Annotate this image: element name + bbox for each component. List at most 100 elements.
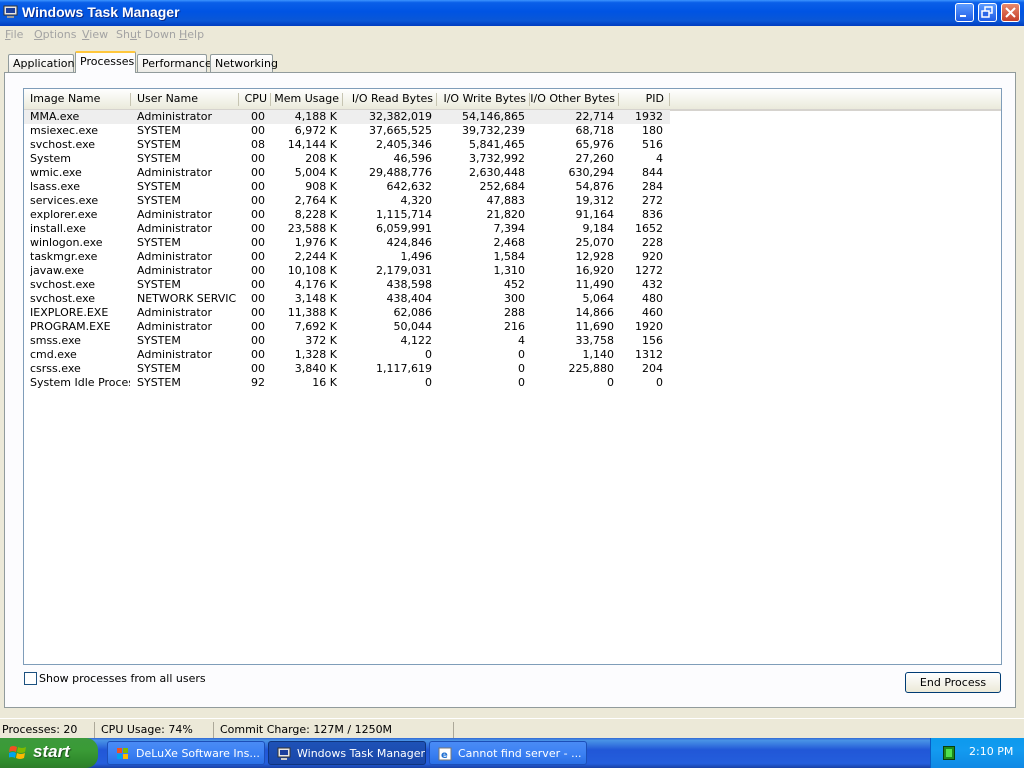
mem-usage-cell: 372 K (305, 334, 337, 347)
io-read-cell: 2,405,346 (376, 138, 432, 151)
io-write-cell: 3,732,992 (469, 152, 525, 165)
menu-file[interactable]: File (5, 28, 23, 41)
image-name-cell: wmic.exe (30, 166, 82, 179)
taskbar-button-task-manager[interactable]: Windows Task Manager (268, 741, 426, 765)
tab-networking[interactable]: Networking (210, 54, 278, 72)
io-other-cell: 5,064 (582, 292, 615, 305)
io-read-cell: 642,632 (386, 180, 433, 193)
table-row[interactable]: MMA.exe Administrator 00 4,188 K 32,382,019 5… (24, 110, 670, 124)
show-all-users-label[interactable]: Show processes from all users (39, 672, 206, 685)
user-name-cell: SYSTEM (137, 362, 181, 375)
image-name-cell: cmd.exe (30, 348, 77, 361)
image-name-cell: smss.exe (30, 334, 81, 347)
io-write-cell: 5,841,465 (469, 138, 525, 151)
table-row[interactable]: IEXPLORE.EXE Administrator 00 11,388 K 62,08… (24, 306, 670, 320)
table-row[interactable]: svchost.exe SYSTEM 00 4,176 K 438,598 452 11,4… (24, 278, 670, 292)
image-name-cell: msiexec.exe (30, 124, 99, 137)
table-row[interactable]: csrss.exe SYSTEM 00 3,840 K 1,117,619 0 225,88… (24, 362, 670, 376)
column-label: I/O Write Bytes (443, 92, 526, 105)
table-row[interactable]: explorer.exe Administrator 00 8,228 K 1,115,… (24, 208, 670, 222)
table-row[interactable]: cmd.exe Administrator 00 1,328 K 0 0 1,140 1312 (24, 348, 670, 362)
column-label: I/O Other Bytes (530, 92, 615, 105)
menu-view[interactable]: View (82, 28, 108, 41)
io-write-cell: 39,732,239 (462, 124, 525, 137)
cpu-cell: 00 (251, 362, 265, 375)
column-header-io-read-bytes[interactable]: I/O Read Bytes (343, 89, 437, 111)
user-name-cell: SYSTEM (137, 180, 181, 193)
io-other-cell: 33,758 (575, 334, 615, 347)
mem-usage-cell: 16 K (312, 376, 337, 389)
tab-processes[interactable]: Processes (75, 51, 136, 73)
table-row[interactable]: System Idle Process SYSTEM 92 16 K 0 0 0 0 (24, 376, 670, 390)
table-row[interactable]: System SYSTEM 00 208 K 46,596 3,732,992 27,260… (24, 152, 670, 166)
table-row[interactable]: svchost.exe SYSTEM 08 14,144 K 2,405,346 5,84… (24, 138, 670, 152)
pid-cell: 836 (642, 208, 663, 221)
clock[interactable]: 2:10 PM (969, 745, 1013, 758)
pid-cell: 156 (642, 334, 663, 347)
table-row[interactable]: smss.exe SYSTEM 00 372 K 4,122 4 33,758 156 (24, 334, 670, 348)
pid-cell: 480 (642, 292, 663, 305)
taskbar-button-label: DeLuXe Software Ins... (136, 747, 260, 760)
taskbar-button-ie[interactable]: e Cannot find server - ... (429, 741, 587, 765)
table-row[interactable]: install.exe Administrator 00 23,588 K 6,059,… (24, 222, 670, 236)
mem-usage-cell: 8,228 K (294, 208, 337, 221)
close-button[interactable] (1001, 3, 1020, 22)
status-bar: Processes: 20 CPU Usage: 74% Commit Char… (0, 718, 1024, 739)
minimize-button[interactable] (955, 3, 974, 22)
user-name-cell: SYSTEM (137, 236, 181, 249)
user-name-cell: SYSTEM (137, 152, 181, 165)
user-name-cell: Administrator (137, 208, 212, 221)
end-process-button[interactable]: End Process (905, 672, 1001, 693)
title-bar[interactable]: Windows Task Manager (0, 0, 1024, 26)
cpu-cell: 00 (251, 110, 265, 123)
column-header-image-name[interactable]: Image Name (24, 89, 131, 111)
process-list[interactable]: Image Name User Name CPU Mem Usage I/O R… (23, 88, 1002, 665)
table-row[interactable]: svchost.exe NETWORK SERVICE 00 3,148 K 438,4… (24, 292, 670, 306)
table-row[interactable]: wmic.exe Administrator 00 5,004 K 29,488,776… (24, 166, 670, 180)
column-label: CPU (244, 92, 267, 105)
taskbar-button-label: Windows Task Manager (297, 747, 426, 760)
io-read-cell: 1,496 (400, 250, 433, 263)
column-header-cpu[interactable]: CPU (239, 89, 271, 111)
window-title: Windows Task Manager (22, 4, 180, 20)
image-name-cell: svchost.exe (30, 138, 96, 151)
table-row[interactable]: javaw.exe Administrator 00 10,108 K 2,179,03… (24, 264, 670, 278)
taskbar-button-deluxe[interactable]: DeLuXe Software Ins... (107, 741, 265, 765)
column-header-io-other-bytes[interactable]: I/O Other Bytes (530, 89, 619, 111)
menu-help[interactable]: Help (179, 28, 204, 41)
pid-cell: 180 (642, 124, 663, 137)
tab-performance[interactable]: Performance (137, 54, 212, 72)
pid-cell: 920 (642, 250, 663, 263)
mem-usage-cell: 908 K (305, 180, 337, 193)
column-header-user-name[interactable]: User Name (131, 89, 239, 111)
image-name-cell: install.exe (30, 222, 86, 235)
svg-text:e: e (441, 750, 448, 761)
table-row[interactable]: winlogon.exe SYSTEM 00 1,976 K 424,846 2,468 2… (24, 236, 670, 250)
menu-options[interactable]: Options (34, 28, 76, 41)
table-row[interactable]: msiexec.exe SYSTEM 00 6,972 K 37,665,525 39,7… (24, 124, 670, 138)
tab-applications[interactable]: Applications (8, 54, 80, 72)
table-row[interactable]: lsass.exe SYSTEM 00 908 K 642,632 252,684 54,8… (24, 180, 670, 194)
restore-button[interactable] (978, 3, 997, 22)
network-tray-icon[interactable] (943, 746, 955, 760)
column-label: Mem Usage (274, 92, 339, 105)
table-row[interactable]: taskmgr.exe Administrator 00 2,244 K 1,496 1,… (24, 250, 670, 264)
table-row[interactable]: PROGRAM.EXE Administrator 00 7,692 K 50,044 2… (24, 320, 670, 334)
image-name-cell: csrss.exe (30, 362, 81, 375)
user-name-cell: Administrator (137, 306, 212, 319)
user-name-cell: SYSTEM (137, 138, 181, 151)
start-button[interactable]: start (0, 738, 98, 768)
column-header-io-write-bytes[interactable]: I/O Write Bytes (437, 89, 530, 111)
column-header-mem-usage[interactable]: Mem Usage (271, 89, 343, 111)
status-processes: Processes: 20 (0, 722, 95, 738)
io-write-cell: 1,310 (493, 264, 526, 277)
cpu-cell: 00 (251, 334, 265, 347)
column-header-pid[interactable]: PID (619, 89, 670, 111)
menu-shut-down[interactable]: Shut Down (116, 28, 176, 41)
pid-cell: 460 (642, 306, 663, 319)
table-row[interactable]: services.exe SYSTEM 00 2,764 K 4,320 47,883 19… (24, 194, 670, 208)
image-name-cell: System (30, 152, 72, 165)
image-name-cell: svchost.exe (30, 292, 96, 305)
show-all-users-checkbox[interactable] (24, 672, 37, 685)
io-write-cell: 288 (504, 306, 525, 319)
